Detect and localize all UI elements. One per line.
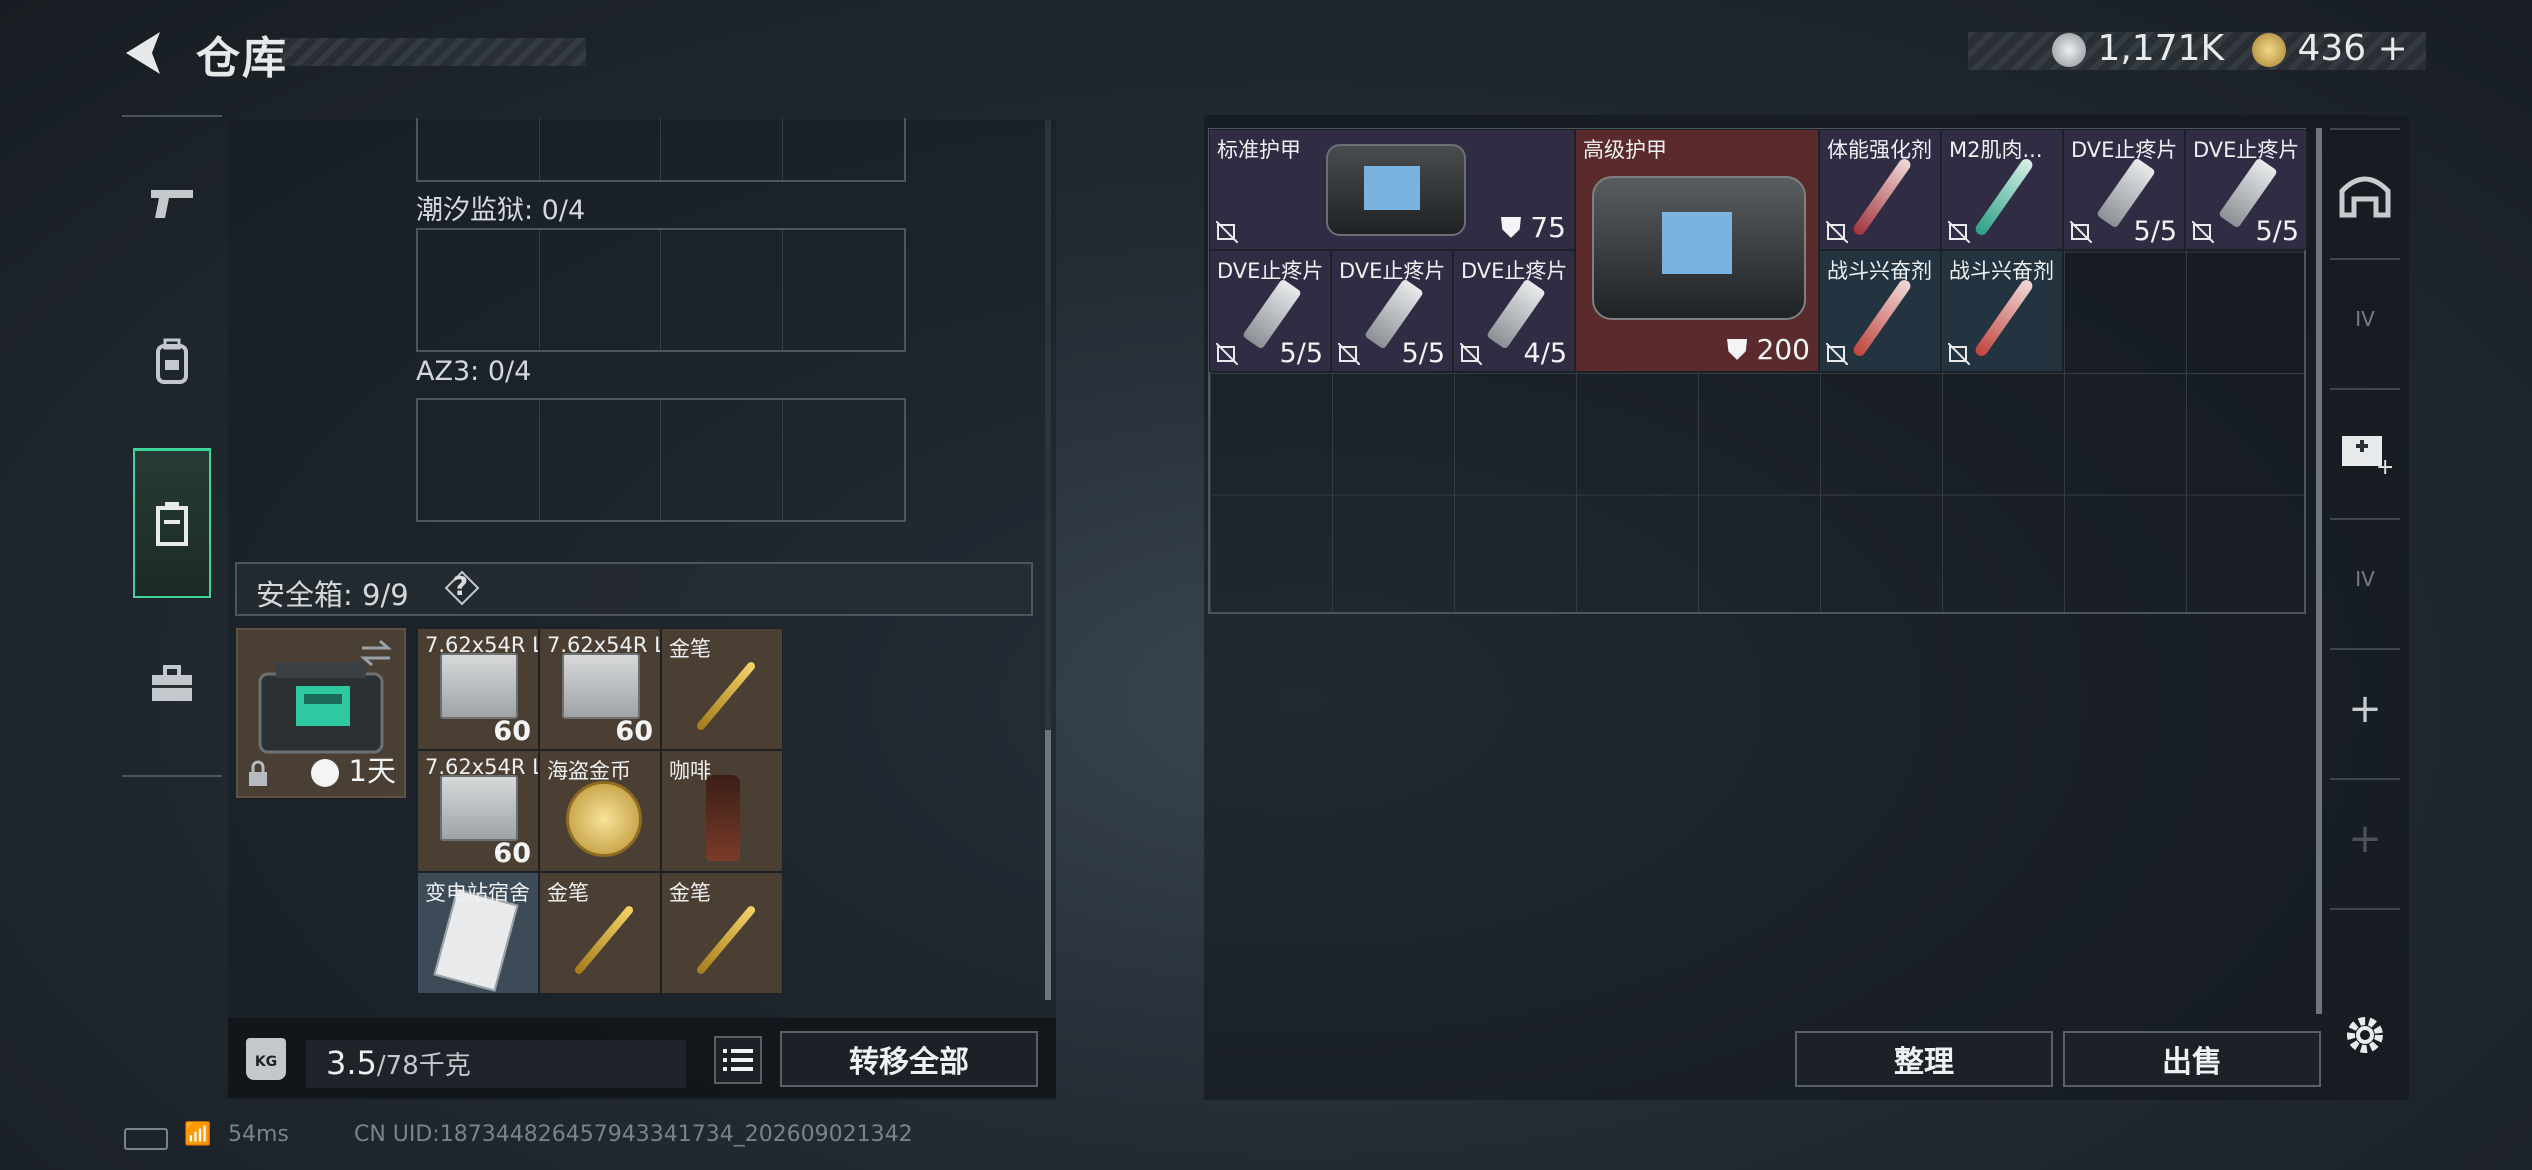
stash-item-dve-painkiller-2[interactable]: DVE止疼片 5/5 [2185,129,2307,250]
tidal-prison-grid[interactable] [416,228,906,352]
add-stash-tab-button[interactable]: + [2334,678,2396,740]
clock-icon [311,759,340,787]
safe-case-icon [258,662,384,754]
settings-gear-icon[interactable] [2334,1004,2396,1066]
weight-icon: KG [246,1038,286,1080]
safe-case-slot[interactable]: 1天 [236,628,406,798]
stash-item-standard-armor[interactable]: 标准护甲 ⛊ 75 [1209,129,1575,250]
stash-item-dve-painkiller-3[interactable]: DVE止疼片 5/5 [1209,250,1331,372]
armor-value: ⛊ 75 [1500,211,1566,244]
weight-readout: 3.5/78千克 [306,1040,686,1088]
no-trade-icon [1460,343,1482,365]
gold-currency: 436 + [2252,28,2408,69]
no-trade-icon [1216,221,1238,243]
safe-item-pirate-coin[interactable]: 海盗金币 [539,750,661,872]
no-trade-icon [1948,221,1970,243]
stash-tier-iv-tab-2[interactable]: IV [2334,548,2396,610]
list-view-button[interactable] [714,1036,762,1084]
organize-button[interactable]: 整理 [1795,1031,2053,1087]
stash-item-combat-stim-2[interactable]: 战斗兴奋剂 [1941,250,2063,372]
briefcase-icon [152,665,192,701]
no-trade-icon [1338,343,1360,365]
stash-item-dve-painkiller-5[interactable]: DVE止疼片 4/5 [1453,250,1575,372]
ping: 54ms [228,1122,289,1147]
no-trade-icon [1216,343,1238,365]
stash-item-advanced-armor[interactable]: 高级护甲 ⛊ 200 [1575,129,1819,372]
timer: 1天 [311,748,396,790]
safe-item-ammo-2[interactable]: 7.62x54R LPS 60 [539,628,661,750]
stash-home-icon[interactable] [2334,164,2396,226]
safe-item-ammo-3[interactable]: 7.62x54R LPS 60 [417,750,539,872]
weapon-tab[interactable] [133,148,211,260]
stash-item-dve-painkiller-1[interactable]: DVE止疼片 5/5 [2063,129,2185,250]
no-trade-icon [2192,221,2214,243]
safe-box-label: 安全箱: 9/9 [256,578,409,612]
silver-amount: 1,171K [2097,28,2225,69]
no-trade-icon [1948,343,1970,365]
safe-item-gold-pen-3[interactable]: 金笔 [661,872,783,994]
add-currency-button[interactable]: + [2378,28,2408,69]
help-mark: ? [453,572,469,602]
gold-amount: 436 [2297,28,2367,69]
add-stash-tab-disabled: + [2348,816,2382,862]
safe-item-gold-pen-1[interactable]: 金笔 [661,628,783,750]
stash-tabs-rail: IV + IV + + [2320,128,2410,1088]
container-label-tidal-prison: 潮汐监狱: 0/4 [416,195,586,226]
safe-item-ammo-1[interactable]: 7.62x54R LPS 60 [417,628,539,750]
no-trade-icon [1826,343,1848,365]
transfer-all-button[interactable]: 转移全部 [780,1031,1038,1087]
no-trade-icon [2070,221,2092,243]
add-medical-case-icon[interactable]: + [2334,418,2396,480]
battery-icon [124,1128,168,1150]
lock-icon [249,760,267,786]
svg-text:+: + [2376,455,2392,474]
left-scrollbar[interactable] [1045,120,1051,1000]
stash-item-dve-painkiller-4[interactable]: DVE止疼片 5/5 [1331,250,1453,372]
safe-item-substation-key[interactable]: 变电站宿舍 [417,872,539,994]
title-stripe [280,38,586,66]
stash-item-combat-stim-1[interactable]: 战斗兴奋剂 [1819,250,1941,372]
briefcase-tab[interactable] [133,628,211,740]
no-trade-icon [1826,221,1848,243]
user-id: CN UID:1873448264579433417​34_2026090213… [354,1122,913,1147]
gold-coin-icon [2252,33,2286,67]
container-label-az3: AZ3: 0/4 [416,356,532,387]
wifi-icon: 📶 [184,1122,212,1147]
sell-button[interactable]: 出售 [2063,1031,2321,1087]
stash-tier-iv-tab-1[interactable]: IV [2334,288,2396,350]
swap-icon[interactable] [358,638,394,668]
safe-item-coffee[interactable]: 咖啡 [661,750,783,872]
silver-currency: 1,171K [2052,28,2224,69]
silver-coin-icon [2052,33,2086,67]
armor-value: ⛊ 200 [1726,333,1810,366]
safe-box-icon [156,501,188,546]
safe-box-tab[interactable] [133,448,211,598]
top-container-grid[interactable] [416,118,906,182]
backpack-tab[interactable] [133,305,211,417]
safe-item-gold-pen-2[interactable]: 金笔 [539,872,661,994]
page-title: 仓库 [196,33,288,84]
stash-item-m2-muscle[interactable]: M2肌肉... [1941,129,2063,250]
stash-item-stamina-booster[interactable]: 体能强化剂 [1819,129,1941,250]
list-icon [723,1049,753,1071]
backpack-icon [156,338,188,384]
back-arrow-icon[interactable] [120,28,168,78]
pistol-icon [151,190,193,218]
az3-grid[interactable] [416,398,906,522]
